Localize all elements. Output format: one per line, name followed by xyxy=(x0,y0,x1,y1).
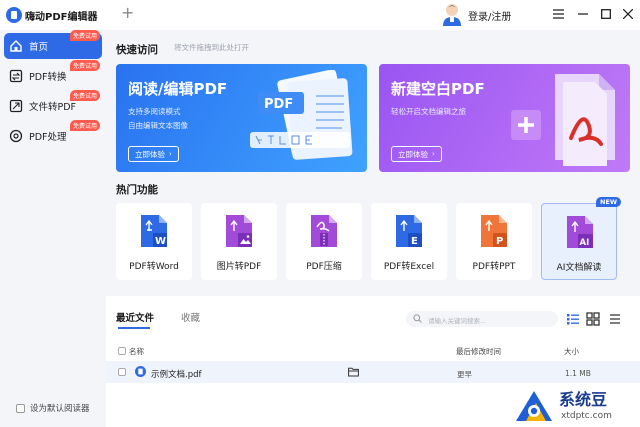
card-title: 新建空白PDF xyxy=(391,80,485,98)
new-tab-button[interactable]: + xyxy=(121,3,134,22)
card-subtitle: 支持多阅读模式 xyxy=(128,107,181,116)
feature-pdf-to-excel[interactable]: E PDF转Excel xyxy=(371,203,447,280)
feature-pdf-compress[interactable]: PDF压缩 xyxy=(286,203,362,280)
home-icon xyxy=(10,40,22,52)
close-button[interactable] xyxy=(618,4,638,24)
new-badge: NEW xyxy=(596,197,622,207)
feature-label: AI文档解读 xyxy=(556,263,602,273)
card-subtitle: 轻松开启文档编辑之旅 xyxy=(391,107,466,116)
login-register-link[interactable]: 登录/注册 xyxy=(468,8,511,23)
feature-pdf-to-word[interactable]: W PDF转Word xyxy=(116,203,192,280)
feature-label: PDF转Word xyxy=(129,262,179,272)
app-title: 嗨动PDF编辑器 xyxy=(25,12,98,23)
quick-access-title: 快速访问 xyxy=(116,44,158,56)
feature-label: PDF转PPT xyxy=(472,262,516,272)
app-logo-icon xyxy=(6,7,22,23)
tab-recent-files[interactable]: 最近文件 xyxy=(116,310,154,324)
search-box[interactable]: 请输入关键词搜索... xyxy=(406,311,558,327)
pdf-compress-icon xyxy=(311,215,337,247)
new-pdf-illustration xyxy=(511,74,615,166)
svg-text:E: E xyxy=(411,236,418,247)
image-to-pdf-icon xyxy=(226,215,252,247)
minimize-icon xyxy=(578,13,588,15)
menu-icon xyxy=(552,9,564,19)
read-edit-pdf-card[interactable]: 阅读/编辑PDF 支持多阅读模式 自由编辑文本图像 立即体验 › PDF xyxy=(116,64,367,172)
file-to-pdf-icon xyxy=(9,99,23,113)
hot-features-title: 热门功能 xyxy=(116,184,158,196)
pdf-to-word-icon: W xyxy=(141,215,167,247)
svg-text:P: P xyxy=(496,236,503,247)
pdf-document-illustration: PDF xyxy=(250,70,353,160)
pdf-to-ppt-icon: P xyxy=(481,215,507,247)
feature-image-to-pdf[interactable]: 图片转PDF xyxy=(201,203,277,280)
chevron-right-icon: › xyxy=(432,150,435,158)
feature-label: PDF转Excel xyxy=(383,262,435,272)
svg-text:W: W xyxy=(155,236,166,247)
free-trial-badge: 免费试用 xyxy=(70,30,101,41)
free-trial-badge: 免费试用 xyxy=(70,90,101,101)
search-icon xyxy=(413,314,422,323)
list-view-icon[interactable] xyxy=(566,312,580,326)
drag-drop-hint: 将文件拖拽到此处打开 xyxy=(174,43,249,52)
try-now-label: 立即体验 xyxy=(398,149,428,159)
select-all-checkbox[interactable] xyxy=(118,347,126,355)
card-title: 阅读/编辑PDF xyxy=(128,80,228,98)
watermark-text: 系统豆 xyxy=(559,390,608,409)
default-reader-label: 设为默认阅读器 xyxy=(30,404,90,414)
menu-button[interactable] xyxy=(548,4,568,24)
maximize-icon xyxy=(601,9,611,19)
sidebar-item-label: 文件转PDF xyxy=(29,102,77,113)
tab-favorites[interactable]: 收藏 xyxy=(181,310,200,324)
minimize-button[interactable] xyxy=(573,4,593,24)
sidebar-item-label: PDF转换 xyxy=(29,72,67,83)
free-trial-badge: 免费试用 xyxy=(70,60,101,71)
default-reader-option[interactable]: 设为默认阅读器 xyxy=(16,402,90,414)
pdf-file-icon xyxy=(135,366,146,377)
free-trial-badge: 免费试用 xyxy=(70,120,101,131)
feature-label: 图片转PDF xyxy=(216,262,262,272)
open-folder-icon[interactable] xyxy=(348,367,359,377)
default-reader-checkbox[interactable] xyxy=(16,403,25,413)
search-input[interactable]: 请输入关键词搜索... xyxy=(428,315,486,325)
close-icon xyxy=(623,9,633,19)
new-blank-pdf-card[interactable]: 新建空白PDF 轻松开启文档编辑之旅 立即体验 › xyxy=(379,64,630,172)
try-now-button[interactable]: 立即体验 › xyxy=(128,146,179,162)
maximize-button[interactable] xyxy=(596,4,616,24)
user-avatar-icon[interactable] xyxy=(441,2,463,26)
try-now-button[interactable]: 立即体验 › xyxy=(391,146,442,162)
file-name[interactable]: 示例文档.pdf xyxy=(151,368,202,380)
sidebar-item-label: 首页 xyxy=(29,42,49,53)
feature-label: PDF压缩 xyxy=(306,262,342,272)
active-tab-indicator xyxy=(118,327,150,329)
column-header-size[interactable]: 大小 xyxy=(564,346,579,357)
chevron-right-icon: › xyxy=(169,150,172,158)
watermark-url: xtdptc.com xyxy=(561,411,612,421)
more-options-icon[interactable] xyxy=(608,312,622,326)
svg-text:PDF: PDF xyxy=(264,97,293,112)
try-now-label: 立即体验 xyxy=(135,149,165,159)
sidebar-item-label: PDF处理 xyxy=(29,132,67,143)
title-bar: 嗨动PDF编辑器 + 登录/注册 xyxy=(0,0,640,30)
svg-text:AI: AI xyxy=(580,238,590,248)
row-checkbox[interactable] xyxy=(118,368,126,376)
pdf-to-excel-icon: E xyxy=(396,215,422,247)
file-size: 1.1 MB xyxy=(565,369,591,378)
file-modified: 更早 xyxy=(457,370,472,379)
grid-view-icon[interactable] xyxy=(586,312,600,326)
column-header-name[interactable]: 名称 xyxy=(129,346,144,357)
card-subtitle: 自由编辑文本图像 xyxy=(128,121,188,130)
feature-ai-document[interactable]: AI AI文档解读 xyxy=(541,203,617,280)
feature-pdf-to-ppt[interactable]: P PDF转PPT xyxy=(456,203,532,280)
ai-document-icon: AI xyxy=(567,216,593,248)
process-icon xyxy=(9,129,23,143)
convert-icon xyxy=(9,69,23,83)
column-header-modified[interactable]: 最后修改时间 xyxy=(456,346,501,357)
